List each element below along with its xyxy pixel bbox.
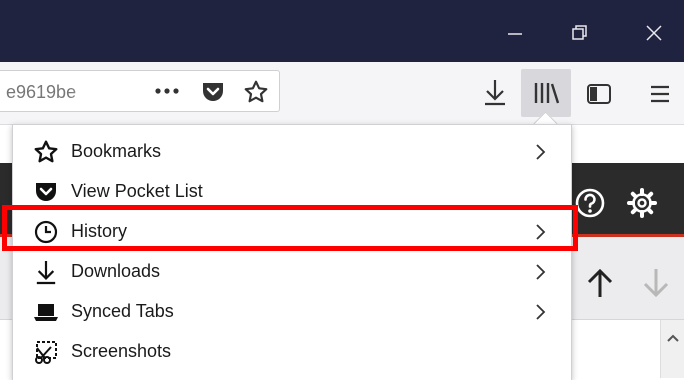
- library-menu: Bookmarks View Pocket List History Downl…: [12, 124, 572, 380]
- star-icon: [33, 139, 59, 165]
- arrow-down-icon[interactable]: [639, 264, 673, 302]
- menu-item-label: Bookmarks: [71, 141, 162, 161]
- help-icon[interactable]: [573, 186, 607, 220]
- restore-icon[interactable]: [565, 18, 595, 48]
- chevron-right-icon: [536, 304, 546, 320]
- gear-icon[interactable]: [625, 186, 659, 220]
- pocket-icon[interactable]: [198, 77, 228, 107]
- minimize-icon[interactable]: [500, 18, 530, 48]
- navigation-toolbar: e9619be: [0, 62, 684, 125]
- menu-item-label: Synced Tabs: [71, 301, 174, 321]
- chevron-right-icon: [536, 264, 546, 280]
- pocket-icon: [33, 179, 59, 205]
- star-icon[interactable]: [240, 76, 272, 108]
- menu-item-screenshots[interactable]: Screenshots: [13, 331, 571, 371]
- download-arrow-icon[interactable]: [479, 74, 511, 110]
- scissors-icon: [33, 339, 59, 365]
- menu-item-bookmarks[interactable]: Bookmarks: [13, 131, 571, 171]
- download-arrow-icon: [33, 259, 59, 285]
- url-fade: [70, 75, 110, 107]
- close-icon[interactable]: [639, 18, 669, 48]
- window-titlebar: [0, 0, 684, 62]
- library-button[interactable]: [521, 69, 571, 117]
- menu-item-label: Downloads: [71, 261, 161, 281]
- laptop-icon: [33, 299, 59, 325]
- menu-item-synced-tabs[interactable]: Synced Tabs: [13, 291, 571, 331]
- library-icon: [531, 79, 561, 107]
- history-highlight-outline: [2, 205, 578, 251]
- url-bar[interactable]: e9619be: [0, 70, 280, 112]
- arrow-up-icon[interactable]: [583, 264, 617, 302]
- menu-item-label: Screenshots: [71, 341, 172, 361]
- chevron-right-icon: [536, 144, 546, 160]
- sidebar-icon[interactable]: [583, 80, 615, 108]
- menu-item-label: View Pocket List: [71, 181, 203, 201]
- scroll-up-icon[interactable]: [665, 332, 681, 344]
- more-dots-icon[interactable]: [150, 77, 184, 105]
- menu-item-downloads[interactable]: Downloads: [13, 251, 571, 291]
- page-scrollbar[interactable]: [660, 320, 684, 378]
- hamburger-icon[interactable]: [645, 80, 675, 108]
